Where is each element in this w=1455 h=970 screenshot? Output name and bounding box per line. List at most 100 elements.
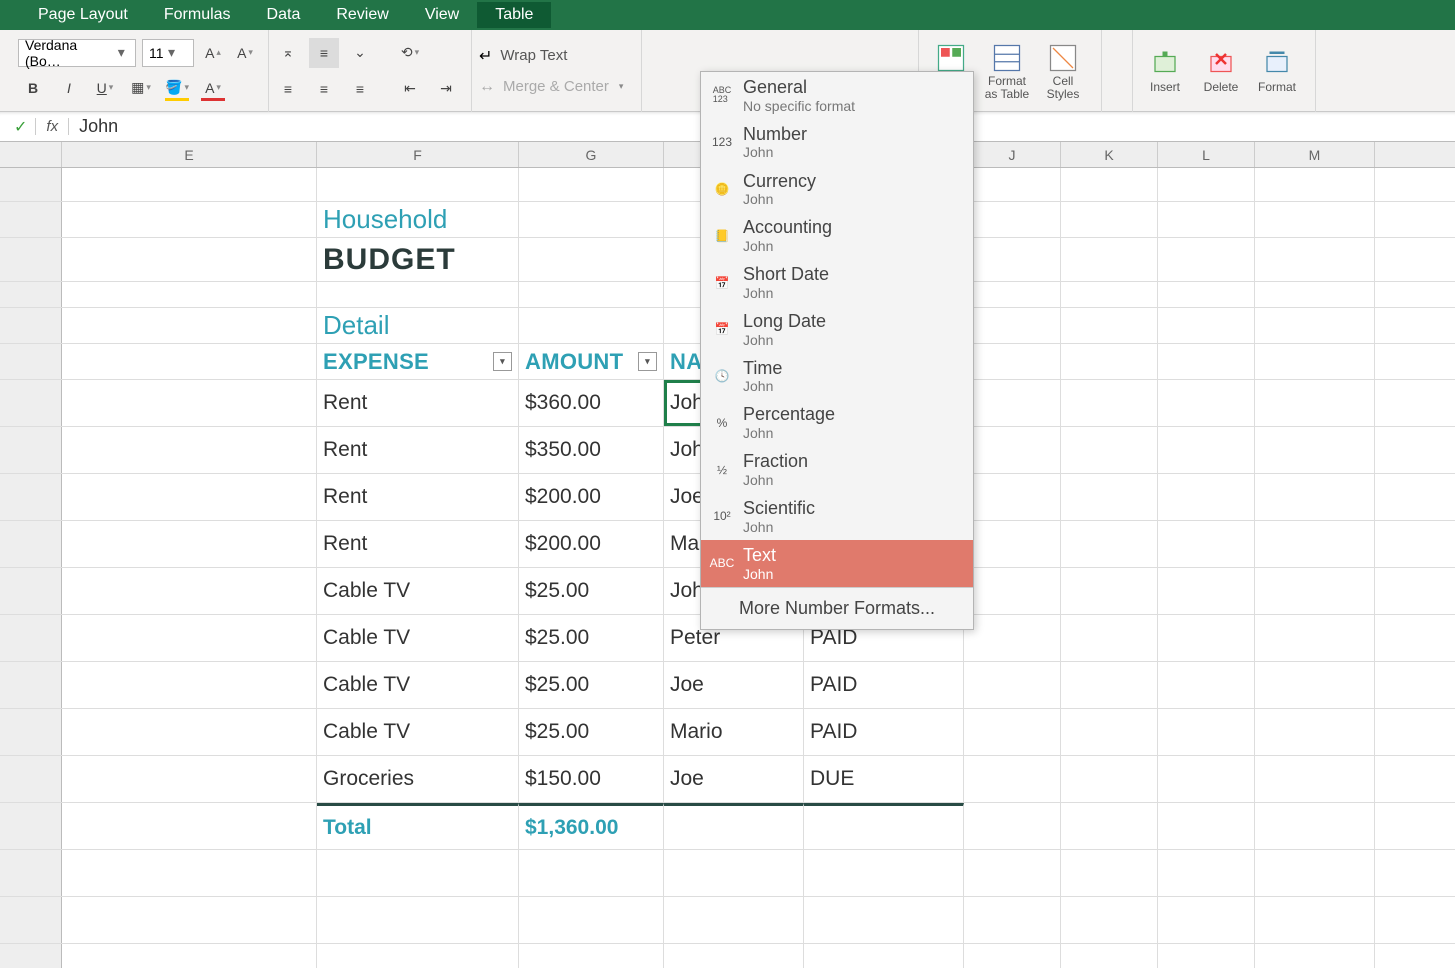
cell[interactable] [62,850,317,896]
column-header[interactable]: M [1255,142,1375,167]
cell[interactable] [1061,202,1158,237]
cell[interactable] [519,238,664,281]
cell[interactable] [1255,756,1375,802]
cell[interactable] [1255,850,1375,896]
cell[interactable]: Rent [317,427,519,473]
cell[interactable] [1061,568,1158,614]
cell[interactable] [964,803,1061,849]
cell[interactable] [519,168,664,201]
cell[interactable] [964,568,1061,614]
column-header[interactable]: J [964,142,1061,167]
cell[interactable] [1158,427,1255,473]
font-name-combo[interactable]: Verdana (Bo…▾ [18,39,136,67]
border-button[interactable]: ▦▾ [126,73,156,103]
cell[interactable] [1158,662,1255,708]
cell[interactable] [62,282,317,307]
cell[interactable] [964,662,1061,708]
underline-button[interactable]: U▾ [90,73,120,103]
number-format-option[interactable]: 📅Short DateJohn [701,259,973,306]
cell[interactable] [1255,427,1375,473]
confirm-entry-icon[interactable]: ✓ [6,117,35,137]
cell[interactable] [1158,380,1255,426]
cell[interactable] [0,238,62,281]
cell[interactable] [0,344,62,379]
cell[interactable] [1061,344,1158,379]
cell[interactable] [964,756,1061,802]
cell[interactable] [1061,897,1158,943]
cell[interactable] [1255,308,1375,343]
cell[interactable] [1255,709,1375,755]
cell[interactable] [62,803,317,849]
cell[interactable]: Cable TV [317,662,519,708]
cell[interactable] [964,897,1061,943]
cell[interactable] [1061,615,1158,661]
cell[interactable] [62,897,317,943]
cell[interactable] [1158,756,1255,802]
cell[interactable] [0,944,62,968]
cell[interactable] [1158,474,1255,520]
merge-center-button[interactable]: ↔ Merge & Center ▾ [476,75,631,99]
cell[interactable] [1061,756,1158,802]
cell[interactable] [62,168,317,201]
column-header[interactable]: G [519,142,664,167]
format-button[interactable]: Format [1249,34,1305,110]
decrease-indent-icon[interactable]: ⇤ [395,74,425,104]
tab-data[interactable]: Data [249,2,319,28]
align-center-icon[interactable]: ≡ [309,74,339,104]
cell[interactable] [1255,474,1375,520]
cell[interactable] [664,803,804,849]
cell[interactable] [804,850,964,896]
cell[interactable]: Detail [317,308,519,343]
cell[interactable] [1061,238,1158,281]
cell[interactable] [1061,168,1158,201]
cell[interactable] [1061,662,1158,708]
cell[interactable]: $1,360.00 [519,803,664,849]
align-middle-icon[interactable]: ≡ [309,38,339,68]
cell[interactable] [964,427,1061,473]
cell[interactable] [0,168,62,201]
fx-label[interactable]: fx [35,118,69,135]
number-format-option[interactable]: ½FractionJohn [701,446,973,493]
column-header[interactable]: F [317,142,519,167]
orientation-button[interactable]: ⟲▾ [395,38,425,68]
cell[interactable] [0,202,62,237]
cell[interactable] [1158,897,1255,943]
cell[interactable]: $200.00 [519,474,664,520]
cell[interactable]: Household [317,202,519,237]
cell[interactable]: Groceries [317,756,519,802]
cell[interactable] [1061,803,1158,849]
cell[interactable] [0,427,62,473]
align-right-icon[interactable]: ≡ [345,74,375,104]
cell[interactable] [964,282,1061,307]
cell[interactable] [62,568,317,614]
cell[interactable] [664,850,804,896]
cell[interactable] [62,615,317,661]
cell[interactable] [0,615,62,661]
cell[interactable] [1061,380,1158,426]
cell[interactable] [1255,803,1375,849]
cell[interactable] [62,308,317,343]
increase-font-icon[interactable]: A▴ [200,40,226,66]
cell[interactable] [1158,521,1255,567]
tab-view[interactable]: View [407,2,477,28]
cell[interactable] [0,521,62,567]
cell[interactable] [964,474,1061,520]
cell[interactable] [519,282,664,307]
format-as-table-button[interactable]: Format as Table [979,34,1035,110]
cell[interactable]: Joe [664,756,804,802]
font-size-combo[interactable]: 11▾ [142,39,194,67]
cell[interactable] [964,944,1061,968]
number-format-dropdown[interactable]: ABC123GeneralNo specific format123Number… [700,71,974,630]
number-format-option[interactable]: ABCTextJohn [701,540,973,587]
cell[interactable] [1255,238,1375,281]
cell[interactable]: Total [317,803,519,849]
number-format-option[interactable]: 123NumberJohn [701,119,973,166]
cell[interactable] [1255,521,1375,567]
cell[interactable] [1061,521,1158,567]
cell[interactable] [0,308,62,343]
cell[interactable] [62,944,317,968]
cell[interactable] [1255,202,1375,237]
column-header[interactable]: L [1158,142,1255,167]
cell[interactable]: EXPENSE▾ [317,344,519,379]
cell[interactable] [62,756,317,802]
